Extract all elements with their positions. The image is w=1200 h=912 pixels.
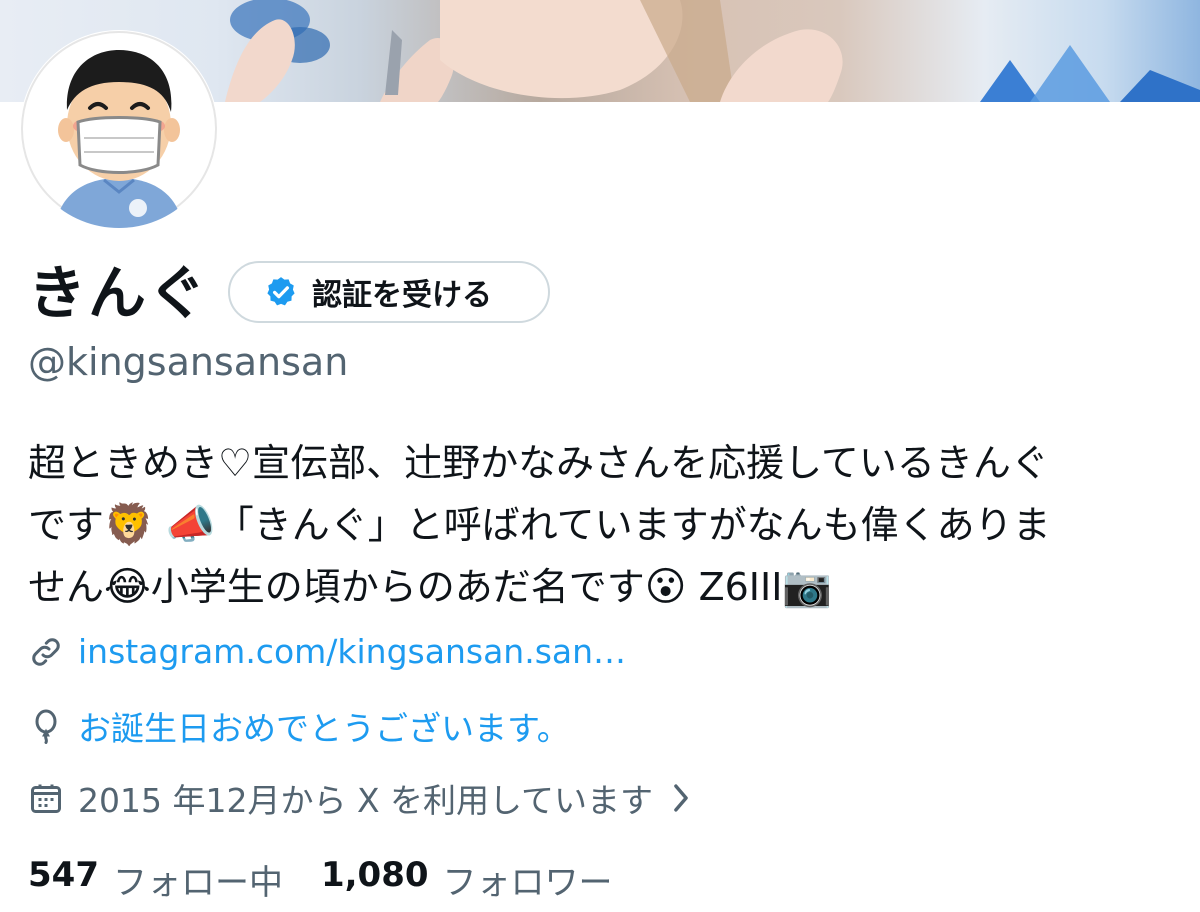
follow-stats: 547 フォロー中 1,080 フォロワー: [28, 855, 613, 904]
get-verified-button[interactable]: 認証を受ける: [228, 261, 550, 323]
joined-date-row[interactable]: 2015 年12月から X を利用しています: [28, 774, 695, 822]
joined-text: 2015 年12月から X を利用しています: [78, 781, 654, 820]
following-label: フォロー中: [112, 863, 283, 903]
bio-line: です🦁 📣「きんぐ」と呼ばれていますがなんも偉くありま: [28, 494, 1188, 556]
birthday-text[interactable]: お誕生日おめでとうございます。: [78, 702, 570, 750]
bio-text: Z6III: [698, 565, 783, 609]
following-stat[interactable]: 547 フォロー中: [28, 855, 283, 904]
bio-text: です: [28, 503, 105, 547]
bio-text: 超ときめき♡宣伝部、辻野かなみさんを応援しているきんぐ: [28, 441, 1049, 485]
followers-count: 1,080: [320, 855, 429, 895]
profile-avatar[interactable]: [20, 30, 218, 228]
megaphone-emoji: 📣: [165, 502, 216, 548]
link-icon: [28, 634, 64, 670]
avatar-illustration: [21, 31, 217, 228]
display-name: きんぐ: [28, 259, 209, 327]
surprised-emoji: 😮: [644, 564, 687, 610]
profile-link[interactable]: instagram.com/kingsansan.san…: [78, 632, 626, 671]
calendar-icon: [28, 780, 64, 816]
laughing-emoji: 😂: [104, 564, 151, 610]
verified-badge-icon: [264, 275, 298, 309]
lion-emoji: 🦁: [104, 502, 154, 548]
bio-line: 超ときめき♡宣伝部、辻野かなみさんを応援しているきんぐ: [28, 432, 1188, 494]
bio-text: 小学生の頃からのあだ名です: [150, 565, 645, 609]
birthday-row: お誕生日おめでとうございます。: [28, 702, 570, 750]
bio-line: せん😂小学生の頃からのあだ名です😮 Z6III📷: [28, 556, 1188, 618]
camera-emoji: 📷: [782, 564, 833, 610]
user-handle: @kingsansansan: [28, 340, 349, 384]
profile-link-row: instagram.com/kingsansan.san…: [28, 632, 626, 671]
chevron-right-icon: [667, 781, 695, 815]
followers-stat[interactable]: 1,080 フォロワー: [321, 855, 613, 904]
followers-label: フォロワー: [442, 863, 613, 903]
following-count: 547: [28, 855, 99, 895]
bio-text: 「きんぐ」と呼ばれていますがなんも偉くありま: [215, 503, 1051, 547]
verify-button-label: 認証を受ける: [312, 278, 492, 313]
bio-text: せん: [28, 565, 105, 609]
balloon-icon: [28, 708, 64, 744]
profile-bio: 超ときめき♡宣伝部、辻野かなみさんを応援しているきんぐ です🦁 📣「きんぐ」と呼…: [28, 432, 1188, 618]
